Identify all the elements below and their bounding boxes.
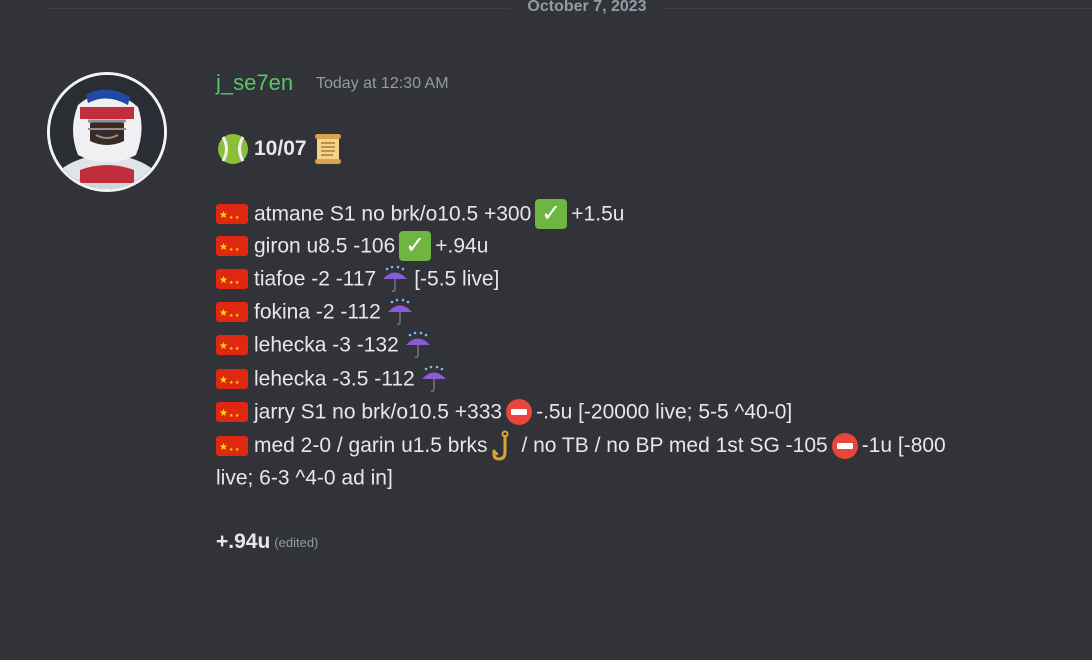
- bet-line: fokina -2 -112: [216, 297, 419, 331]
- bet-text: jarry S1 no brk/o10.5 +333: [254, 400, 503, 424]
- no-entry-icon: [506, 399, 533, 426]
- bet-line: jarry S1 no brk/o10.5 +333 -.5u [-20000 l…: [216, 397, 793, 431]
- bet-text: fokina -2 -112: [254, 300, 381, 324]
- scroll-icon: [311, 132, 345, 166]
- hook-icon: [491, 430, 517, 462]
- umbrella-rain-icon: [403, 330, 433, 360]
- bet-result: +1.5u: [571, 202, 625, 226]
- check-icon: ✓: [535, 199, 568, 230]
- no-entry-icon: [831, 433, 858, 459]
- bet-text: giron u8.5 -106: [254, 234, 396, 258]
- bet-line: lehecka -3.5 -112: [216, 364, 453, 398]
- divider-line-left: [48, 8, 510, 9]
- china-flag-icon: [216, 366, 248, 398]
- china-flag-icon: [216, 233, 248, 265]
- bet-text: lehecka -3.5 -112: [254, 367, 415, 391]
- bet-result: [-5.5 live]: [414, 267, 500, 291]
- avatar-image-icon: [50, 75, 164, 189]
- date-divider: October 7, 2023: [0, 0, 1092, 20]
- bet-line: giron u8.5 -106✓+.94u: [216, 231, 489, 265]
- bet-line: lehecka -3 -132: [216, 330, 437, 364]
- bet-result: +.94u: [435, 234, 489, 258]
- tennis-ball-icon: [216, 132, 250, 166]
- bet-text: tiafoe -2 -117: [254, 267, 377, 291]
- summary-line: +.94u (edited): [216, 530, 318, 554]
- message-timestamp[interactable]: Today at 12:30 AM: [316, 75, 449, 93]
- message-username[interactable]: j_se7en: [216, 70, 293, 96]
- china-flag-icon: [216, 332, 248, 364]
- discord-message-view: October 7, 2023 j_se7en Today at 12:30 A…: [0, 0, 1092, 660]
- china-flag-icon: [216, 201, 248, 233]
- bet-line: tiafoe -2 -117 [-5.5 live]: [216, 264, 500, 298]
- bet-line: med 2-0 / garin u1.5 brks / no TB / no B…: [216, 430, 946, 465]
- bet-text: atmane S1 no brk/o10.5 +300: [254, 202, 532, 226]
- bet-line: atmane S1 no brk/o10.5 +300✓+1.5u: [216, 199, 625, 233]
- bet-result: -1u [-800: [861, 434, 946, 457]
- bet-continuation-text: live; 6-3 ^4-0 ad in]: [216, 466, 393, 490]
- umbrella-rain-icon: [380, 264, 410, 294]
- china-flag-icon: [216, 266, 248, 298]
- message-header-line: 10/07: [216, 132, 345, 166]
- bet-line-continuation: live; 6-3 ^4-0 ad in]: [216, 463, 393, 493]
- divider-line-right: [662, 8, 1092, 9]
- avatar[interactable]: [47, 72, 167, 192]
- bet-result: -.5u [-20000 live; 5-5 ^40-0]: [536, 400, 793, 424]
- edited-label: (edited): [274, 534, 319, 550]
- divider-date: October 7, 2023: [527, 0, 647, 15]
- bet-detail: / no TB / no BP med 1st SG -105: [521, 434, 828, 457]
- check-icon: ✓: [399, 231, 432, 262]
- umbrella-rain-icon: [385, 297, 415, 327]
- china-flag-icon: [216, 433, 248, 465]
- summary-value: +.94u: [216, 530, 271, 553]
- china-flag-icon: [216, 299, 248, 331]
- bet-text: lehecka -3 -132: [254, 333, 399, 357]
- date-code: 10/07: [254, 137, 307, 160]
- umbrella-rain-icon: [419, 364, 449, 394]
- bet-text: med 2-0 / garin u1.5 brks: [254, 434, 488, 457]
- china-flag-icon: [216, 399, 248, 431]
